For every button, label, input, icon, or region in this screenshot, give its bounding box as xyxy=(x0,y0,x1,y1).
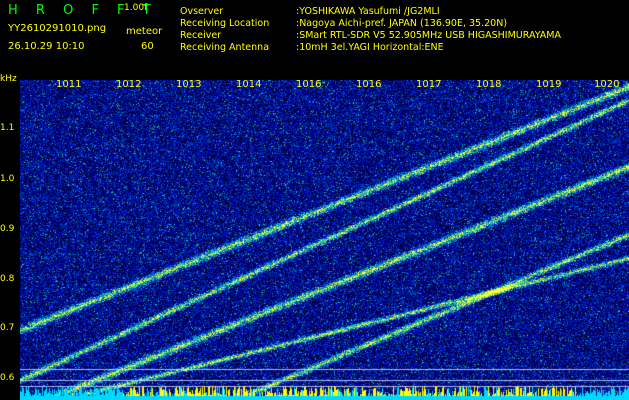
x-tick-label: 1016 xyxy=(356,79,382,90)
file-name: YY2610291010.png xyxy=(8,23,107,34)
x-tick-label: 1018 xyxy=(476,79,502,90)
x-tick-label: 1017 xyxy=(416,79,442,90)
app-version: 1.00f xyxy=(124,3,148,13)
info-key: Receiving Antenna xyxy=(180,42,270,53)
x-tick-label: 1020 xyxy=(594,79,620,90)
x-tick-label: 1016 xyxy=(296,79,322,90)
info-value: :10mH 3el.YAGI Horizontal:ENE xyxy=(296,42,444,53)
frequency-unit-label: kHz xyxy=(0,74,17,84)
station-info: Ovserver :YOSHIKAWA Yasufumi /JG2MLI Rec… xyxy=(180,7,561,55)
meteor-label: meteor xyxy=(126,26,163,37)
x-tick-label: 1014 xyxy=(236,79,262,90)
y-tick-label: 0.9 xyxy=(0,224,15,234)
meteor-count: 60 xyxy=(141,41,154,52)
header: H R O F F T 1.00f YY2610291010.png meteo… xyxy=(0,0,629,78)
y-tick-label: 0.8 xyxy=(0,274,15,284)
datetime: 26.10.29 10:10 xyxy=(8,41,85,52)
y-tick-label: 0.6 xyxy=(0,373,15,383)
x-tick-label: 1012 xyxy=(116,79,142,90)
y-tick-label: 1.1 xyxy=(0,123,15,133)
waterfall-spectrogram xyxy=(20,80,629,400)
info-row-antenna: Receiving Antenna :10mH 3el.YAGI Horizon… xyxy=(180,43,561,55)
y-tick-label: 1.0 xyxy=(0,174,15,184)
x-tick-label: 1011 xyxy=(56,79,82,90)
y-tick-label: 0.7 xyxy=(0,323,15,333)
x-tick-label: 1013 xyxy=(176,79,202,90)
waterfall-canvas xyxy=(20,80,629,400)
x-tick-label: 1019 xyxy=(536,79,562,90)
